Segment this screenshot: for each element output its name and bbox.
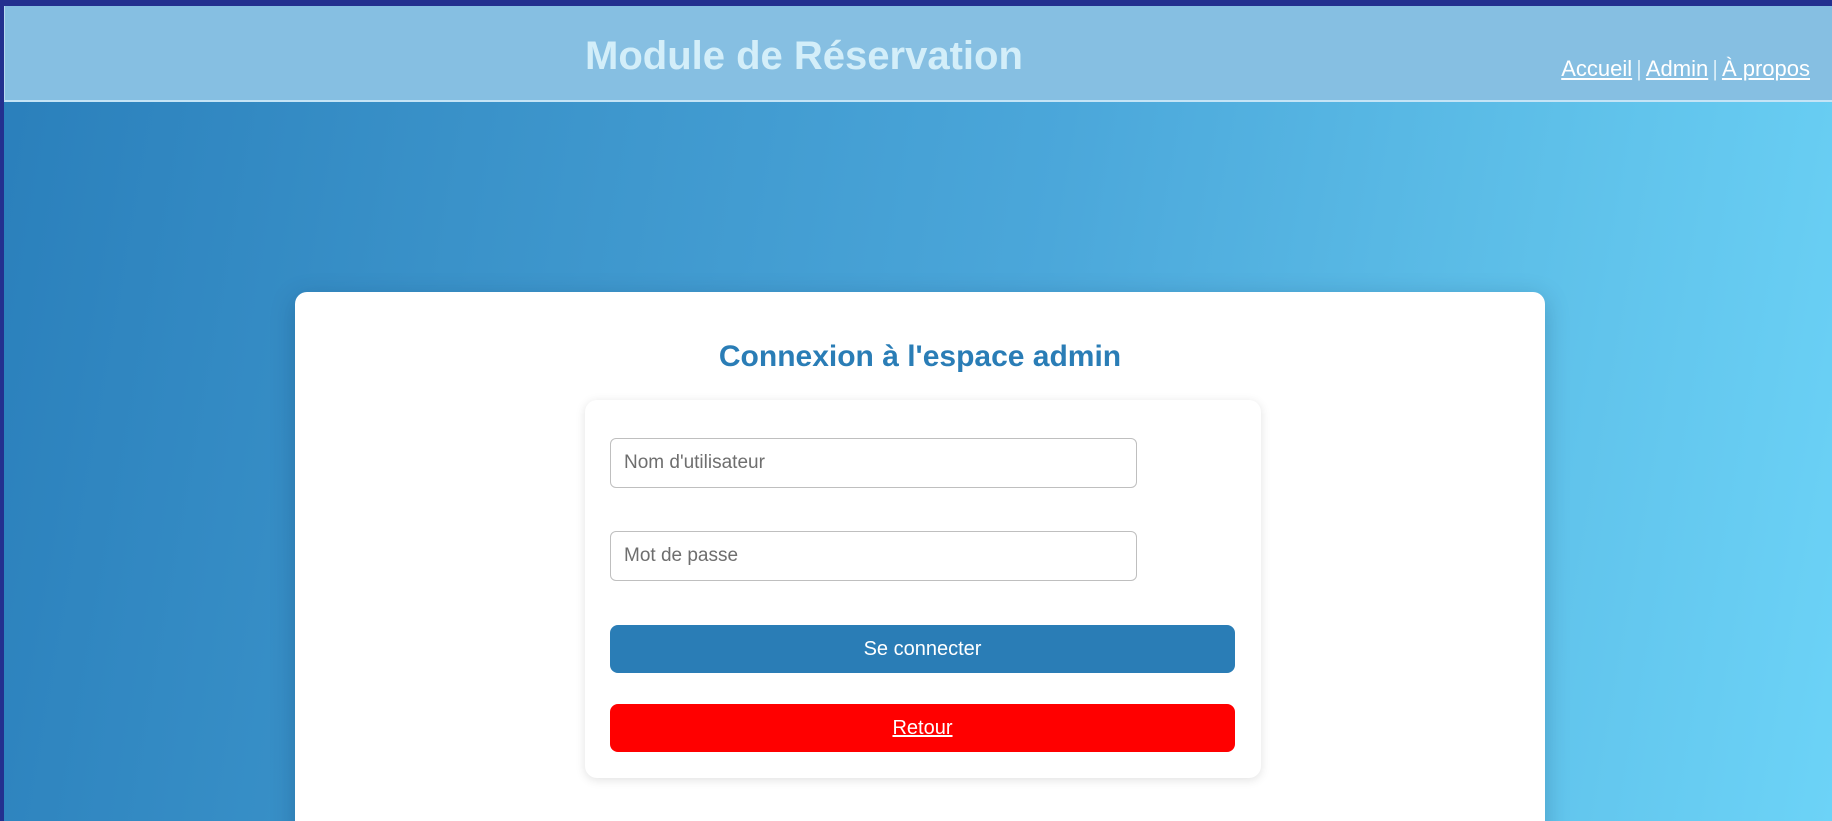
nav-separator: | (1636, 56, 1642, 81)
page-background: Module de Réservation Accueil | Admin | À pr… (4, 6, 1832, 821)
nav-link-a-propos[interactable]: À propos (1722, 56, 1810, 81)
login-card: Connexion à l'espace admin Se connecter … (295, 292, 1545, 821)
nav-separator: | (1712, 56, 1718, 81)
password-input[interactable] (610, 531, 1137, 581)
login-title: Connexion à l'espace admin (718, 340, 1122, 373)
main-nav: Accueil | Admin | À propos (1561, 56, 1810, 82)
site-title: Module de Réservation (585, 34, 1023, 78)
login-button[interactable]: Se connecter (610, 625, 1235, 673)
back-button[interactable]: Retour (610, 704, 1235, 752)
nav-link-accueil[interactable]: Accueil (1561, 56, 1632, 81)
nav-link-admin[interactable]: Admin (1646, 56, 1708, 81)
login-form: Se connecter Retour (585, 400, 1261, 778)
site-header: Module de Réservation Accueil | Admin | À pr… (4, 6, 1832, 102)
username-input[interactable] (610, 438, 1137, 488)
